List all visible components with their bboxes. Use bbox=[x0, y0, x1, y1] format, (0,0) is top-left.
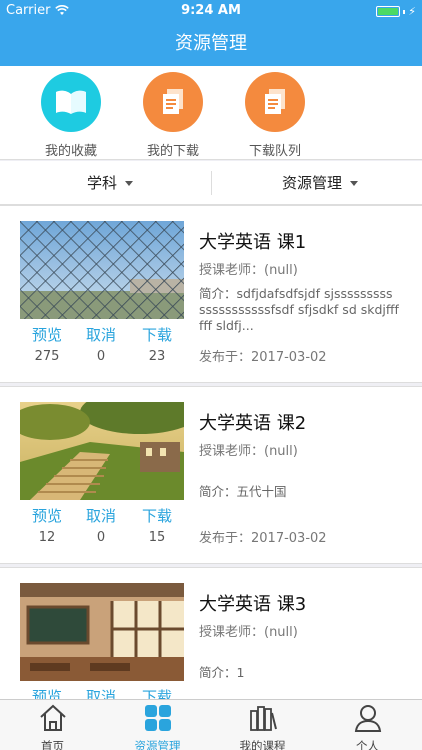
quick-label: 下载队列 bbox=[248, 144, 301, 159]
preview-button[interactable]: 预览 bbox=[20, 686, 74, 699]
tab-label: 我的课程 bbox=[239, 739, 286, 750]
resource-card[interactable]: 预览 275 取消 0 下载 23 大学英语 课1 授课老师：(null) 简介… bbox=[0, 205, 422, 383]
cancel-label: 取消 bbox=[85, 507, 116, 525]
cancel-count: 0 bbox=[96, 349, 106, 364]
course-description: 简介：五代十国 bbox=[199, 484, 287, 499]
download-button[interactable]: 下载 15 bbox=[130, 505, 184, 545]
quick-actions: 我的收藏 我的下载 下载队列 bbox=[0, 66, 422, 160]
preview-button[interactable]: 预览 12 bbox=[20, 505, 74, 545]
quick-item-downloads[interactable]: 我的下载 bbox=[123, 72, 223, 159]
stairs-photo bbox=[20, 402, 184, 500]
status-bar: Carrier 9:24 AM ⚡ bbox=[0, 0, 422, 22]
cancel-button[interactable]: 取消 0 bbox=[74, 324, 128, 364]
person-icon bbox=[354, 705, 381, 732]
cancel-button[interactable]: 取消 bbox=[74, 686, 128, 699]
fence-photo bbox=[20, 221, 184, 319]
preview-label: 预览 bbox=[31, 688, 62, 699]
cancel-count: 0 bbox=[96, 530, 106, 545]
quick-item-favorites[interactable]: 我的收藏 bbox=[21, 72, 121, 159]
battery-indicator: ⚡ bbox=[376, 5, 416, 18]
download-label: 下载 bbox=[141, 688, 172, 699]
tab-label: 个人 bbox=[356, 739, 379, 750]
tab-label: 首页 bbox=[41, 739, 64, 750]
download-button[interactable]: 下载 23 bbox=[130, 324, 184, 364]
preview-label: 预览 bbox=[31, 507, 62, 525]
course-description: 简介：1 bbox=[199, 665, 245, 680]
page-title: 资源管理 bbox=[0, 22, 422, 66]
preview-count: 275 bbox=[34, 349, 60, 364]
filter-bar: 学科 资源管理 bbox=[0, 161, 422, 205]
course-teacher: 授课老师：(null) bbox=[199, 263, 298, 278]
download-count: 15 bbox=[148, 530, 166, 545]
resource-card[interactable]: 预览 12 取消 0 下载 15 大学英语 课2 授课老师：(null) 简介：… bbox=[0, 386, 422, 564]
charging-icon: ⚡ bbox=[408, 5, 416, 18]
cancel-label: 取消 bbox=[85, 326, 116, 344]
course-description: 简介：sdfjdafsdfsjdf sjssssssssssssssssssss… bbox=[199, 286, 399, 333]
books-icon bbox=[249, 706, 277, 731]
tab-profile[interactable]: 个人 bbox=[315, 703, 420, 750]
download-count: 23 bbox=[148, 349, 166, 364]
resource-card[interactable]: 预览 取消 下载 大学英语 课3 授课老师：(null) 简介：1 bbox=[0, 567, 422, 699]
course-title: 大学英语 课2 bbox=[199, 413, 307, 434]
course-teacher: 授课老师：(null) bbox=[199, 625, 298, 640]
publish-date: 发布于：2017-03-02 bbox=[199, 531, 327, 546]
preview-button[interactable]: 预览 275 bbox=[20, 324, 74, 364]
chevron-down-icon bbox=[350, 181, 359, 186]
tab-resources[interactable]: 资源管理 bbox=[105, 703, 210, 750]
resource-filter[interactable]: 资源管理 bbox=[282, 161, 359, 205]
quick-label: 我的下载 bbox=[146, 144, 199, 159]
classroom-photo bbox=[20, 583, 184, 681]
divider bbox=[211, 171, 212, 195]
course-teacher: 授课老师：(null) bbox=[199, 444, 298, 459]
document-icon bbox=[245, 72, 305, 132]
download-label: 下载 bbox=[141, 507, 172, 525]
tab-home[interactable]: 首页 bbox=[0, 703, 105, 750]
grid-icon bbox=[144, 705, 171, 731]
download-label: 下载 bbox=[141, 326, 172, 344]
tab-label: 资源管理 bbox=[134, 739, 181, 750]
clock: 9:24 AM bbox=[181, 3, 241, 18]
battery-icon bbox=[376, 6, 401, 17]
subject-filter[interactable]: 学科 bbox=[87, 161, 134, 205]
book-icon bbox=[41, 72, 101, 132]
download-button[interactable]: 下载 bbox=[130, 686, 184, 699]
cancel-label: 取消 bbox=[85, 688, 116, 699]
home-icon bbox=[39, 704, 66, 731]
cancel-button[interactable]: 取消 0 bbox=[74, 505, 128, 545]
tab-my-courses[interactable]: 我的课程 bbox=[210, 703, 315, 750]
chevron-down-icon bbox=[125, 181, 134, 186]
publish-date: 发布于：2017-03-02 bbox=[199, 350, 327, 365]
quick-label: 我的收藏 bbox=[44, 144, 97, 159]
course-title: 大学英语 课1 bbox=[199, 232, 307, 253]
subject-filter-label: 学科 bbox=[87, 174, 118, 192]
quick-item-download-queue[interactable]: 下载队列 bbox=[225, 72, 325, 159]
preview-label: 预览 bbox=[31, 326, 62, 344]
resource-list[interactable]: 预览 275 取消 0 下载 23 大学英语 课1 授课老师：(null) 简介… bbox=[0, 205, 422, 699]
document-icon bbox=[143, 72, 203, 132]
tab-bar: 首页 资源管理 我的课程 个人 bbox=[0, 699, 422, 750]
resource-filter-label: 资源管理 bbox=[282, 174, 343, 192]
course-title: 大学英语 课3 bbox=[199, 594, 307, 615]
preview-count: 12 bbox=[38, 530, 56, 545]
